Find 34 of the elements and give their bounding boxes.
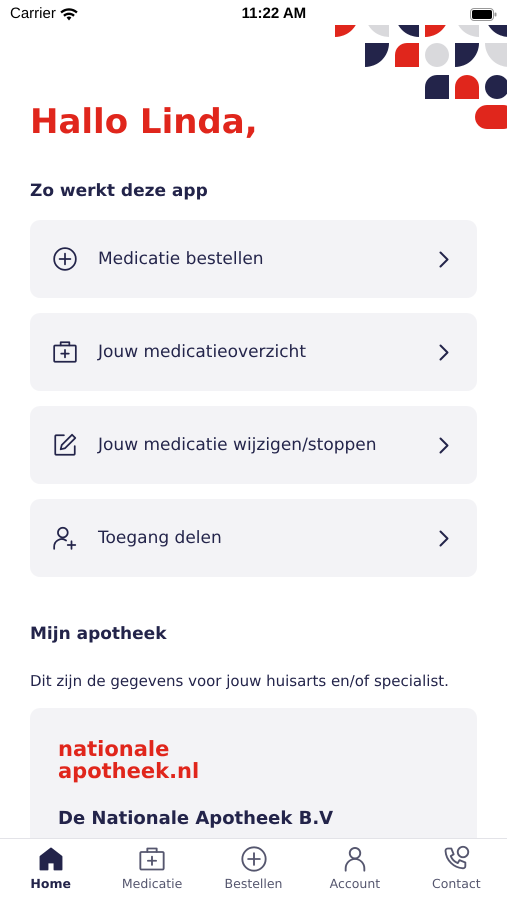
menu-card[interactable]: Toegang delen [30,499,477,578]
medical-kit-icon [138,845,166,873]
add-person-icon [52,525,78,552]
menu-label: Jouw medicatieoverzicht [98,340,307,364]
plus-circle-icon [240,845,268,873]
medical-kit-icon [52,339,78,366]
chevron-right-icon [439,344,449,361]
home-icon [36,845,65,873]
greeting: Hallo Linda, [30,102,259,143]
menu-label: Toegang delen [98,526,223,550]
chevron-right-icon [439,436,449,454]
pharmacy-logo: nationale apotheek.nl [58,738,200,782]
section-heading: Zo werkt deze app [30,180,209,203]
tab-bar-item[interactable]: Bestellen [202,839,304,900]
menu-label: Medicatie bestellen [98,248,265,271]
menu-card[interactable]: Jouw medicatieoverzicht [30,313,477,392]
chevron-right-icon [439,530,449,547]
tab-bar-item[interactable]: Contact [406,839,507,900]
menu-label: Jouw medicatie wijzigen/stoppen [98,434,378,457]
carrier-label: Carrier [10,4,56,24]
edit-icon [52,432,78,458]
section-heading: Mijn apotheek [30,623,168,646]
description-text: Dit zijn de gegevens voor jouw huisarts en/of specialist. [30,670,450,692]
status-time: 11:22 AM [242,4,306,22]
menu-card[interactable]: Medicatie bestellen [30,220,477,298]
pharmacy-name: De Nationale Apotheek B.V [58,807,334,832]
chevron-right-icon [439,250,449,268]
battery-icon [470,8,497,20]
menu-card[interactable]: Jouw medicatie wijzigen/stoppen [30,406,477,484]
tab-bar-item[interactable]: Home [0,839,102,900]
plus-circle-icon [52,246,78,272]
tab-bar-item[interactable]: Medicatie [101,839,203,900]
tab-bar-item[interactable]: Account [304,839,406,900]
wifi-icon [60,8,78,20]
